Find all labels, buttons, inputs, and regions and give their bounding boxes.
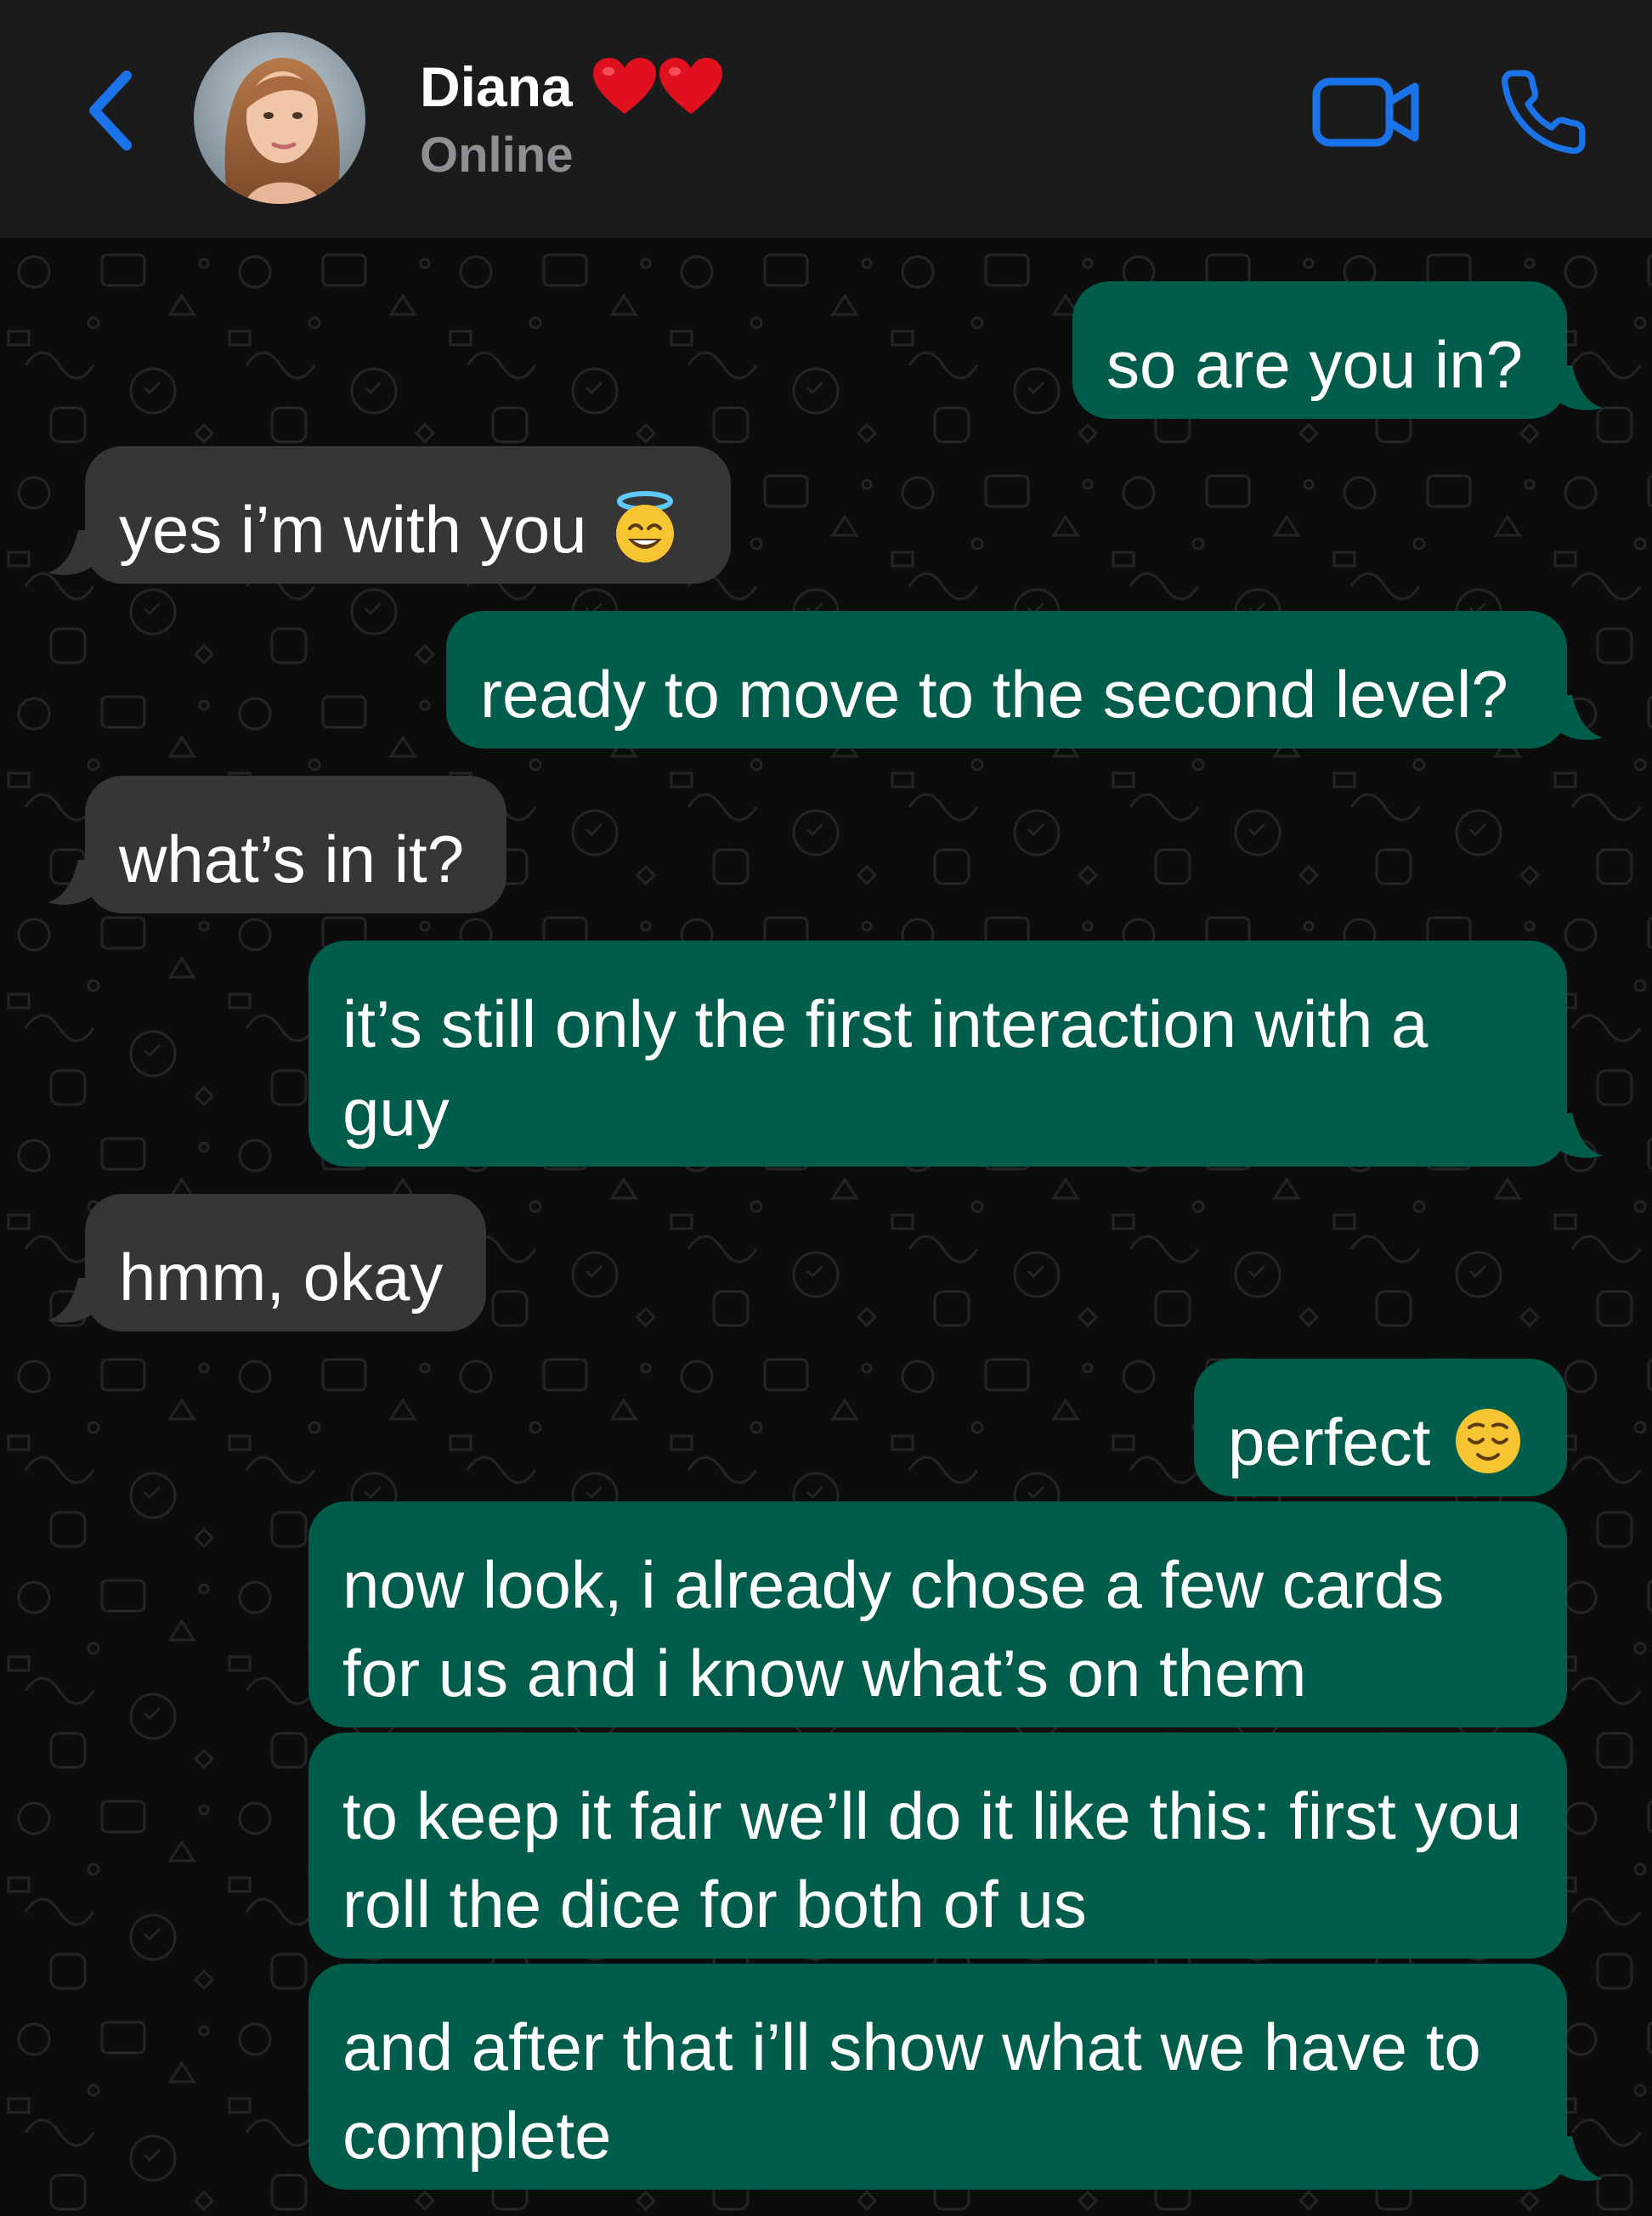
contact-name: Diana	[420, 55, 573, 118]
heart-icon	[592, 58, 656, 114]
bubble-tail	[48, 1278, 95, 1323]
bubble-tail	[48, 860, 95, 905]
chevron-left-icon	[89, 71, 132, 150]
message-text: to keep it fair we’ll do it like this: f…	[342, 1778, 1522, 1942]
bubble-tail	[48, 530, 95, 575]
relieved-face-icon	[1456, 1409, 1521, 1473]
message-text: hmm, okay	[119, 1240, 444, 1314]
contact-name-row[interactable]: Diana	[420, 53, 724, 121]
message-bubble-outgoing[interactable]: so are you in?	[1072, 281, 1567, 419]
heart-icon	[659, 58, 722, 114]
message-list[interactable]: so are you in? yes i’m with you ready to…	[0, 238, 1652, 2216]
video-camera-icon	[1312, 77, 1419, 147]
message-bubble-outgoing[interactable]: it’s still only the first interaction wi…	[308, 941, 1567, 1167]
message-bubble-incoming[interactable]: yes i’m with you	[85, 446, 731, 584]
back-button[interactable]	[78, 59, 146, 161]
message-bubble-outgoing[interactable]: now look, i already chose a few cards fo…	[308, 1501, 1567, 1727]
message-text: what’s in it?	[119, 822, 465, 896]
voice-call-button[interactable]	[1491, 59, 1596, 165]
bubble-tail	[1555, 1113, 1603, 1158]
smiling-face-with-halo-icon	[615, 491, 674, 562]
message-bubble-outgoing[interactable]: ready to move to the second level?	[446, 611, 1567, 749]
message-bubble-outgoing[interactable]: perfect	[1194, 1359, 1567, 1496]
message-text: perfect	[1228, 1405, 1431, 1479]
bubble-tail	[1555, 695, 1603, 740]
chat-header: Diana Online	[0, 0, 1652, 238]
bubble-tail	[1555, 365, 1603, 410]
message-bubble-outgoing[interactable]: to keep it fair we’ll do it like this: f…	[308, 1733, 1567, 1959]
avatar[interactable]	[194, 32, 365, 204]
message-bubble-incoming[interactable]: what’s in it?	[85, 776, 506, 913]
message-text: so are you in?	[1106, 327, 1523, 402]
message-text: now look, i already chose a few cards fo…	[342, 1547, 1445, 1710]
contact-status: Online	[420, 127, 574, 183]
message-text: yes i’m with you	[119, 492, 587, 567]
video-call-button[interactable]	[1309, 70, 1424, 155]
message-bubble-outgoing[interactable]: and after that i’ll show what we have to…	[308, 1964, 1567, 2190]
bubble-tail	[1555, 2136, 1603, 2181]
message-text: and after that i’ll show what we have to…	[342, 2010, 1481, 2173]
message-text: it’s still only the first interaction wi…	[342, 986, 1429, 1150]
phone-icon	[1502, 70, 1586, 155]
message-text: ready to move to the second level?	[480, 657, 1508, 732]
message-bubble-incoming[interactable]: hmm, okay	[85, 1194, 486, 1331]
